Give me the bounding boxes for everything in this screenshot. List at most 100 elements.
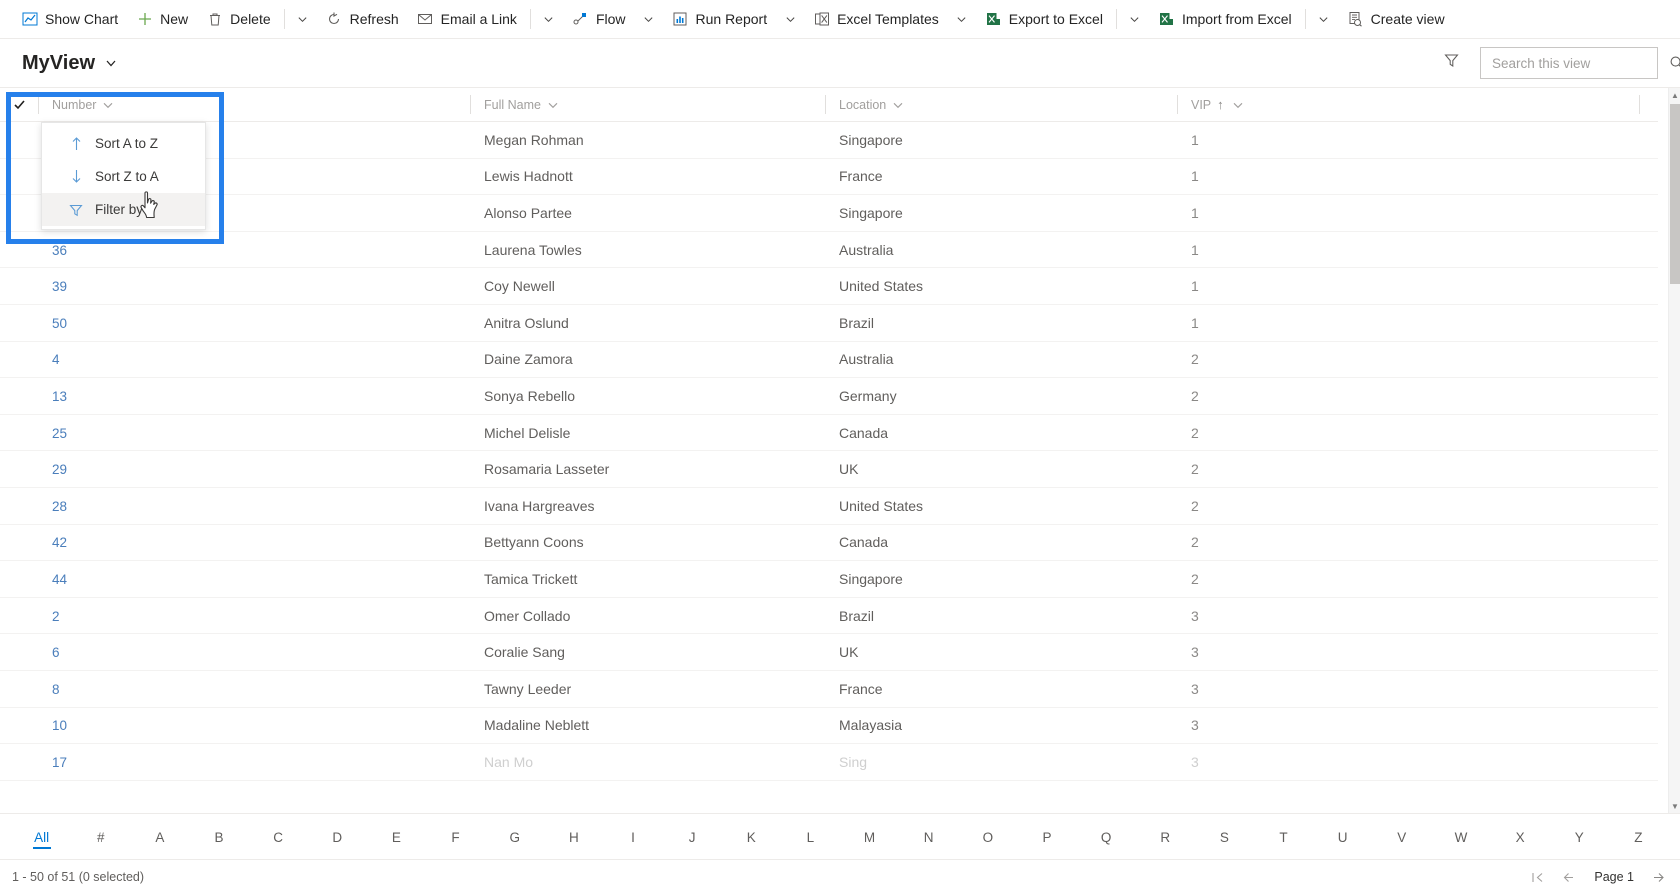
next-page-icon[interactable] (1651, 871, 1666, 884)
cell-number[interactable]: 29 (38, 450, 470, 488)
search-box[interactable] (1480, 47, 1680, 79)
column-header-number[interactable]: Number (38, 88, 470, 122)
command-delete[interactable]: Delete (197, 0, 279, 38)
chevron-down-icon[interactable] (1232, 99, 1244, 111)
alpha-filter-q[interactable]: Q (1077, 824, 1136, 849)
row-checkbox-cell[interactable] (0, 670, 38, 708)
search-icon[interactable] (1669, 55, 1680, 71)
email-link-caret[interactable] (535, 0, 563, 38)
command-export-to-excel[interactable]: Export to Excel (976, 0, 1112, 38)
record-link[interactable]: 17 (52, 755, 67, 770)
row-checkbox-cell[interactable] (0, 267, 38, 305)
alpha-filter-all[interactable]: All (12, 824, 71, 849)
scrollbar-thumb[interactable] (1670, 104, 1680, 284)
alpha-filter-b[interactable]: B (189, 824, 248, 849)
alpha-filter-n[interactable]: N (899, 824, 958, 849)
command-import-from-excel[interactable]: Import from Excel (1149, 0, 1301, 38)
record-link[interactable]: 42 (52, 535, 67, 550)
table-row[interactable]: 10 Madaline Neblett Malayasia 3 (0, 707, 1658, 745)
column-header-location[interactable]: Location (825, 88, 1177, 122)
record-link[interactable]: 44 (52, 572, 67, 587)
alpha-filter-x[interactable]: X (1491, 824, 1550, 849)
row-checkbox-cell[interactable] (0, 414, 38, 452)
cell-number[interactable]: 50 (38, 304, 470, 342)
view-selector[interactable]: MyView (22, 52, 118, 75)
table-row[interactable]: Megan Rohman Singapore 1 (0, 121, 1658, 159)
cell-number[interactable]: 42 (38, 524, 470, 562)
alpha-filter-l[interactable]: L (781, 824, 840, 849)
row-checkbox-cell[interactable] (0, 560, 38, 598)
table-row[interactable]: 36 Laurena Towles Australia 1 (0, 231, 1658, 269)
table-row[interactable]: 13 Sonya Rebello Germany 2 (0, 377, 1658, 415)
record-link[interactable]: 4 (52, 352, 60, 367)
command-flow[interactable]: Flow (563, 0, 635, 38)
row-checkbox-cell[interactable] (0, 633, 38, 671)
table-row[interactable]: 4 Daine Zamora Australia 2 (0, 341, 1658, 379)
cell-number[interactable]: 39 (38, 267, 470, 305)
table-row[interactable]: 2 Omer Collado Brazil 3 (0, 597, 1658, 635)
row-checkbox-cell[interactable] (0, 121, 38, 159)
alpha-filter-j[interactable]: J (663, 824, 722, 849)
alpha-filter-s[interactable]: S (1195, 824, 1254, 849)
record-link[interactable]: 2 (52, 609, 60, 624)
alpha-filter-o[interactable]: O (958, 824, 1017, 849)
alpha-filter-r[interactable]: R (1136, 824, 1195, 849)
cell-number[interactable]: 6 (38, 633, 470, 671)
cell-number[interactable]: 44 (38, 560, 470, 598)
alpha-filter-m[interactable]: M (840, 824, 899, 849)
row-checkbox-cell[interactable] (0, 341, 38, 379)
export-excel-caret[interactable] (1121, 0, 1149, 38)
row-checkbox-cell[interactable] (0, 304, 38, 342)
alpha-filter-i[interactable]: I (603, 824, 662, 849)
command-new[interactable]: New (127, 0, 197, 38)
record-link[interactable]: 28 (52, 499, 67, 514)
prev-page-icon[interactable] (1562, 871, 1577, 884)
command-excel-templates[interactable]: Excel Templates (804, 0, 948, 38)
alpha-filter-e[interactable]: E (367, 824, 426, 849)
alpha-filter-h[interactable]: H (544, 824, 603, 849)
table-row[interactable]: 44 Tamica Trickett Singapore 2 (0, 560, 1658, 598)
alpha-filter-w[interactable]: W (1431, 824, 1490, 849)
alpha-filter-t[interactable]: T (1254, 824, 1313, 849)
cell-number[interactable]: 25 (38, 414, 470, 452)
row-checkbox-cell[interactable] (0, 707, 38, 745)
alpha-filter-k[interactable]: K (722, 824, 781, 849)
table-row[interactable]: 39 Coy Newell United States 1 (0, 267, 1658, 305)
table-row[interactable]: 42 Bettyann Coons Canada 2 (0, 524, 1658, 562)
run-report-caret[interactable] (776, 0, 804, 38)
chevron-down-icon[interactable] (547, 99, 559, 111)
record-link[interactable]: 36 (52, 243, 67, 258)
cell-number[interactable]: 28 (38, 487, 470, 525)
alpha-filter-f[interactable]: F (426, 824, 485, 849)
vertical-scrollbar[interactable]: ▲ ▼ (1668, 88, 1680, 813)
menu-item-sort-a-to-z[interactable]: Sort A to Z (42, 127, 205, 160)
table-row[interactable]: 25 Michel Delisle Canada 2 (0, 414, 1658, 452)
record-link[interactable]: 25 (52, 426, 67, 441)
filter-button[interactable] (1436, 48, 1466, 78)
alpha-filter-u[interactable]: U (1313, 824, 1372, 849)
alpha-filter-d[interactable]: D (308, 824, 367, 849)
chevron-down-icon[interactable] (102, 99, 114, 111)
record-link[interactable]: 6 (52, 645, 60, 660)
table-row[interactable]: 50 Anitra Oslund Brazil 1 (0, 304, 1658, 342)
alpha-filter-c[interactable]: C (249, 824, 308, 849)
table-row[interactable]: 8 Tawny Leeder France 3 (0, 670, 1658, 708)
row-checkbox-cell[interactable] (0, 377, 38, 415)
import-excel-caret[interactable] (1310, 0, 1338, 38)
alpha-filter-g[interactable]: G (485, 824, 544, 849)
column-header-vip[interactable]: VIP ↑ (1177, 88, 1639, 122)
cell-number[interactable]: 4 (38, 341, 470, 379)
table-row[interactable]: 17 Nan Mo Sing 3 (0, 743, 1658, 781)
select-all-header[interactable] (0, 88, 38, 122)
command-email-a-link[interactable]: Email a Link (408, 0, 526, 38)
cell-number[interactable]: 13 (38, 377, 470, 415)
menu-item-filter-by[interactable]: Filter by (42, 193, 205, 226)
record-link[interactable]: 39 (52, 279, 67, 294)
row-checkbox-cell[interactable] (0, 524, 38, 562)
table-row[interactable]: Lewis Hadnott France 1 (0, 158, 1658, 196)
alpha-filter-a[interactable]: A (130, 824, 189, 849)
scroll-up-icon[interactable]: ▲ (1669, 88, 1680, 102)
alpha-filter-z[interactable]: Z (1609, 824, 1668, 849)
excel-templates-caret[interactable] (948, 0, 976, 38)
row-checkbox-cell[interactable] (0, 487, 38, 525)
